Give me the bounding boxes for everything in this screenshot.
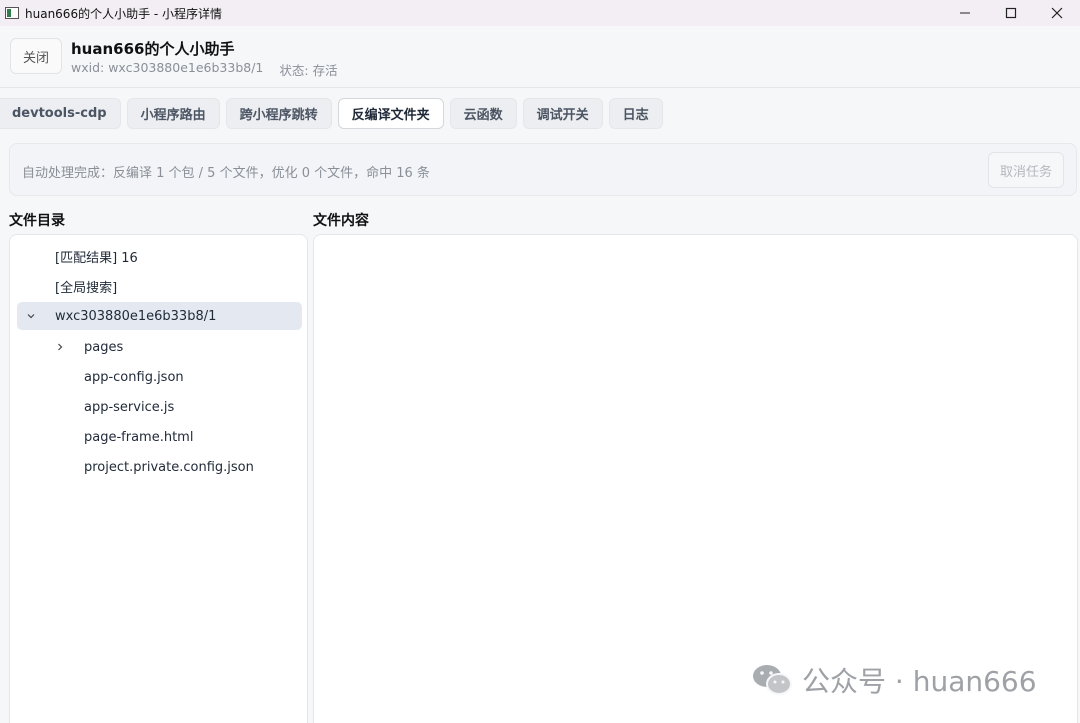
file-tree-panel: [匹配结果] 16 [全局搜索] wxc303880e1e6b33b8/1 pa…	[9, 234, 308, 723]
file-content-heading: 文件内容	[313, 213, 369, 229]
tree-item-label: app-service.js	[84, 399, 175, 415]
tree-item-page-frame[interactable]: page-frame.html	[17, 423, 302, 451]
tree-item-label: project.private.config.json	[84, 459, 254, 475]
status-text: 状态: 存活	[279, 63, 338, 78]
close-button[interactable]: 关闭	[10, 38, 62, 74]
wxid-text: wxid: wxc303880e1e6b33b8/1	[71, 60, 264, 75]
maximize-icon[interactable]	[988, 0, 1034, 26]
tree-item-project-private-config[interactable]: project.private.config.json	[17, 453, 302, 481]
tab-logs[interactable]: 日志	[608, 98, 663, 129]
window-controls	[942, 0, 1080, 26]
app-meta: wxid: wxc303880e1e6b33b8/1 状态: 存活	[71, 60, 338, 79]
tree-item-app-config[interactable]: app-config.json	[17, 363, 302, 391]
tab-cross-miniprogram-jump[interactable]: 跨小程序跳转	[225, 98, 332, 129]
watermark-text: 公众号 · huan666	[802, 665, 1037, 698]
tree-item-label: [全局搜索]	[55, 280, 118, 296]
app-icon	[5, 7, 19, 19]
tree-item-global-search[interactable]: [全局搜索]	[17, 272, 302, 300]
tree-item-label: page-frame.html	[84, 429, 194, 445]
app-name: huan666的个人小助手	[71, 40, 235, 58]
tree-item-label: pages	[84, 339, 124, 355]
tab-decompile-folder[interactable]: 反编译文件夹	[337, 98, 444, 129]
tab-cloud-functions[interactable]: 云函数	[449, 98, 517, 129]
wechat-logo-icon	[753, 665, 792, 695]
tree-item-app-service[interactable]: app-service.js	[17, 393, 302, 421]
window-titlebar: huan666的个人小助手 - 小程序详情	[0, 0, 1080, 26]
watermark: 公众号 · huan666	[752, 660, 1037, 700]
tree-item-label: wxc303880e1e6b33b8/1	[55, 308, 217, 324]
app-header: 关闭 huan666的个人小助手 wxid: wxc303880e1e6b33b…	[0, 26, 1080, 88]
chevron-right-icon[interactable]	[53, 340, 67, 354]
tab-debug-switch[interactable]: 调试开关	[522, 98, 603, 129]
tab-bar: devtools-cdp 小程序路由 跨小程序跳转 反编译文件夹 云函数 调试开…	[0, 98, 669, 130]
tab-devtools-cdp[interactable]: devtools-cdp	[0, 98, 121, 129]
tree-item-package-root[interactable]: wxc303880e1e6b33b8/1	[17, 302, 302, 330]
tab-miniprogram-routes[interactable]: 小程序路由	[126, 98, 220, 129]
tree-item-label: app-config.json	[84, 369, 184, 385]
status-message: 自动处理完成：反编译 1 个包 / 5 个文件，优化 0 个文件，命中 16 条	[22, 166, 430, 181]
tree-item-match-results[interactable]: [匹配结果] 16	[17, 242, 302, 270]
minimize-icon[interactable]	[942, 0, 988, 26]
file-content-panel[interactable]	[313, 234, 1078, 723]
cancel-task-button[interactable]: 取消任务	[988, 152, 1064, 188]
window-title: huan666的个人小助手 - 小程序详情	[25, 6, 223, 21]
status-panel: 自动处理完成：反编译 1 个包 / 5 个文件，优化 0 个文件，命中 16 条…	[9, 143, 1077, 196]
chevron-down-icon[interactable]	[24, 309, 38, 323]
tree-item-label: [匹配结果] 16	[55, 250, 138, 266]
file-tree-heading: 文件目录	[9, 213, 65, 229]
tree-item-pages-folder[interactable]: pages	[17, 333, 302, 361]
close-icon[interactable]	[1034, 0, 1080, 26]
